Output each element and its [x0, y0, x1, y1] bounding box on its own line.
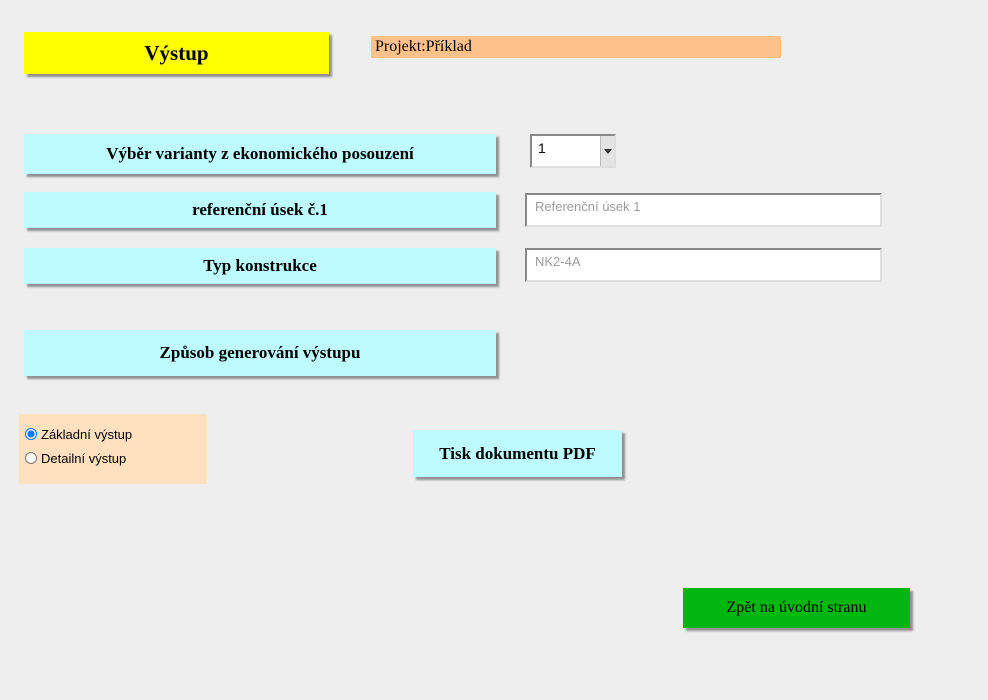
construction-type-value: NK2-4A	[535, 254, 581, 269]
variant-select-value: 1	[532, 136, 600, 156]
print-pdf-button[interactable]: Tisk dokumentu PDF	[413, 430, 622, 477]
output-mode-radio-panel: Základní výstup Detailní výstup	[19, 414, 207, 484]
radio-detailed-output[interactable]: Detailní výstup	[25, 446, 201, 470]
radio-basic-output[interactable]: Základní výstup	[25, 422, 201, 446]
variant-select[interactable]: 1	[530, 134, 616, 168]
print-pdf-label: Tisk dokumentu PDF	[439, 444, 596, 463]
construction-type-field[interactable]: NK2-4A	[525, 248, 882, 282]
radio-detailed-input[interactable]	[25, 452, 37, 464]
radio-basic-label: Základní výstup	[41, 427, 132, 442]
chevron-down-icon	[604, 142, 612, 160]
reference-section-text: referenční úsek č.1	[192, 200, 328, 220]
reference-section-label: referenční úsek č.1	[24, 192, 496, 228]
project-label: Projekt:	[375, 38, 426, 55]
project-name: Příklad	[426, 38, 472, 55]
variant-select-arrow[interactable]	[600, 136, 614, 166]
generation-mode-label: Způsob generování výstupu	[24, 330, 496, 376]
generation-mode-text: Způsob generování výstupu	[160, 343, 361, 363]
construction-type-label: Typ konstrukce	[24, 248, 496, 284]
variant-selection-text: Výběr varianty z ekonomického posouzení	[106, 144, 414, 164]
back-home-button[interactable]: Zpět na úvodní stranu	[683, 588, 910, 628]
radio-basic-input[interactable]	[25, 428, 37, 440]
radio-detailed-label: Detailní výstup	[41, 451, 126, 466]
construction-type-text: Typ konstrukce	[203, 256, 317, 276]
output-header-label: Výstup	[144, 41, 208, 65]
output-header-button[interactable]: Výstup	[24, 32, 329, 74]
reference-section-field[interactable]: Referenční úsek 1	[525, 193, 882, 227]
back-home-label: Zpět na úvodní stranu	[727, 599, 867, 616]
reference-section-value: Referenční úsek 1	[535, 199, 641, 214]
project-bar: Projekt:Příklad	[371, 36, 781, 58]
variant-selection-label: Výběr varianty z ekonomického posouzení	[24, 134, 496, 174]
